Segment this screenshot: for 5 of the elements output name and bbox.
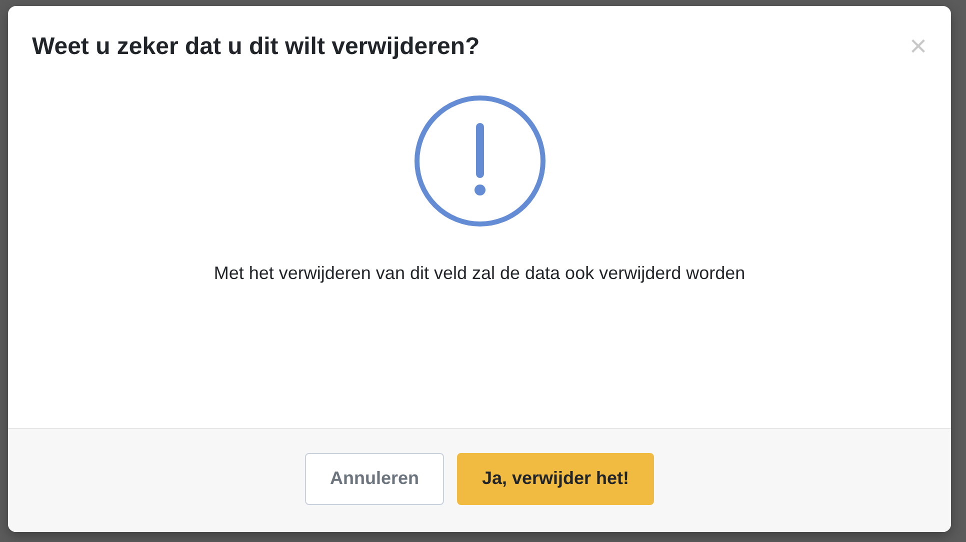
dialog-title: Weet u zeker dat u dit wilt verwijderen?	[32, 33, 480, 61]
confirmation-message: Met het verwijderen van dit veld zal de data ook verwijderd worden	[214, 262, 746, 285]
exclamation-circle-icon	[412, 94, 546, 228]
cancel-button[interactable]: Annuleren	[304, 452, 444, 504]
confirm-button[interactable]: Ja, verwijder het!	[456, 452, 654, 504]
